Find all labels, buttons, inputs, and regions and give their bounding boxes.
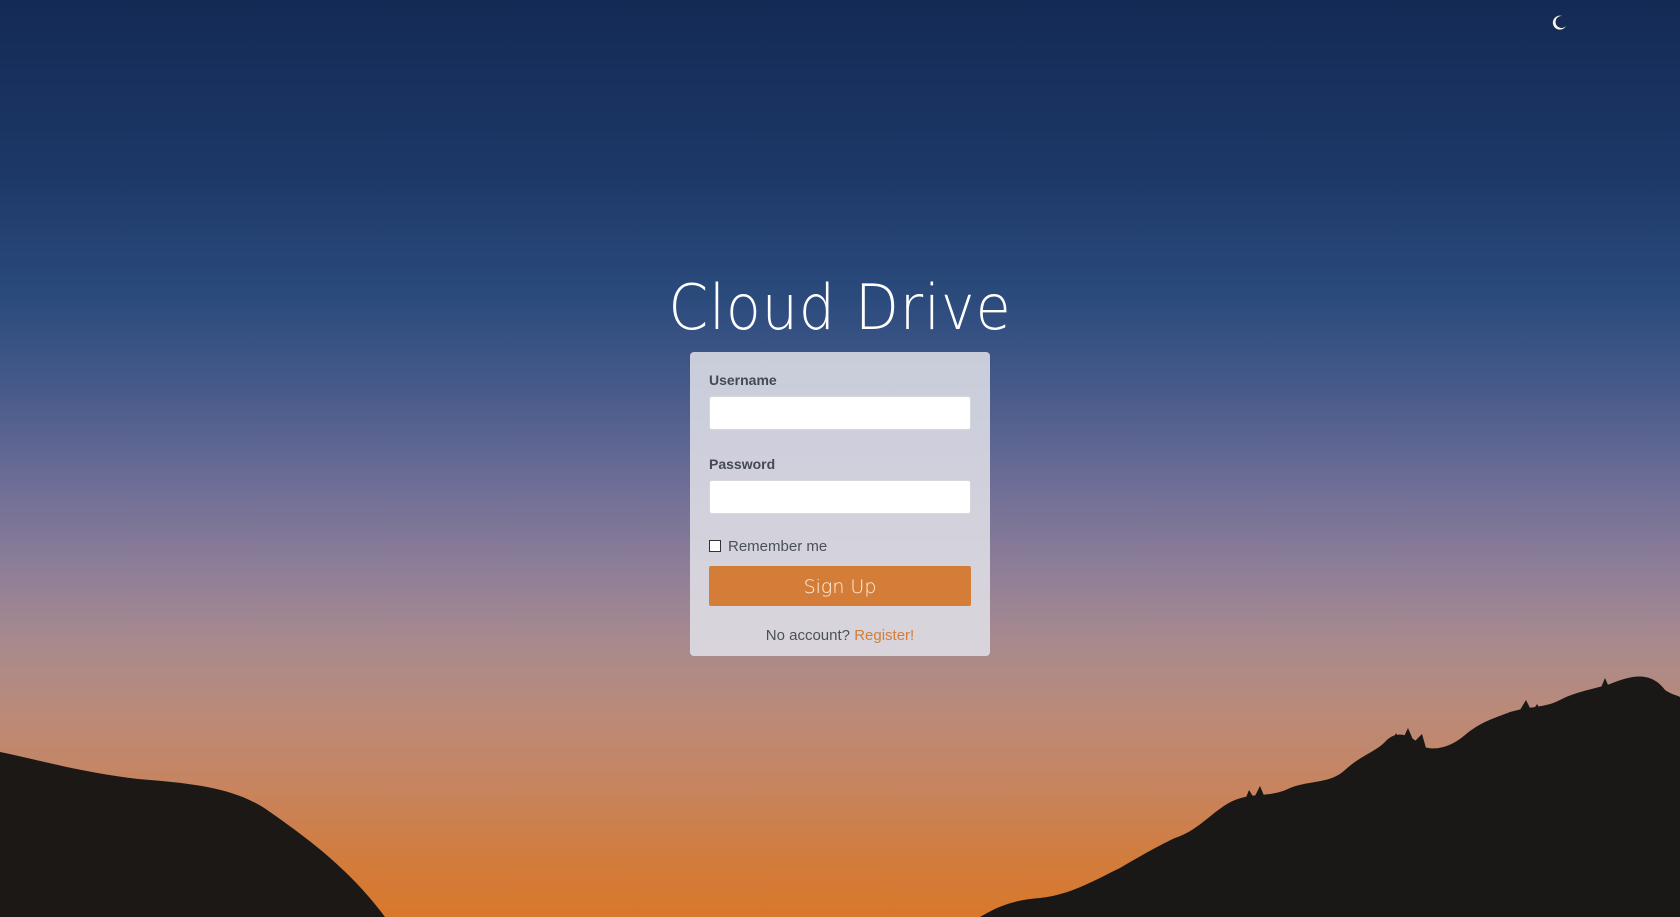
right-trees-silhouette <box>980 676 1680 917</box>
remember-me-row[interactable]: Remember me <box>709 536 971 556</box>
sign-up-button[interactable]: Sign Up <box>709 566 971 606</box>
crescent-moon-icon <box>1552 15 1566 30</box>
username-input[interactable] <box>709 396 971 430</box>
left-hill-silhouette <box>0 752 385 917</box>
login-panel: Username Password Remember me Sign Up No… <box>690 352 990 656</box>
remember-me-checkbox[interactable] <box>709 540 721 552</box>
password-input[interactable] <box>709 480 971 514</box>
no-account-text: No account? <box>765 627 851 644</box>
register-link[interactable]: Register! <box>854 627 914 644</box>
password-label: Password <box>709 456 776 472</box>
username-label: Username <box>709 372 777 388</box>
app-title: Cloud Drive <box>668 271 1012 344</box>
register-prompt: No account? Register! <box>709 627 971 644</box>
remember-me-label[interactable]: Remember me <box>728 538 827 555</box>
